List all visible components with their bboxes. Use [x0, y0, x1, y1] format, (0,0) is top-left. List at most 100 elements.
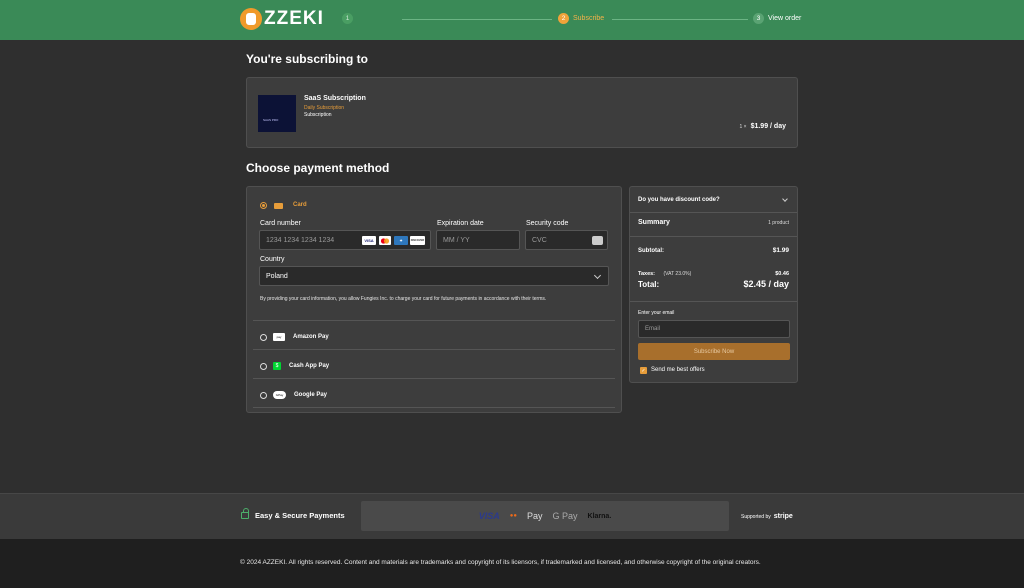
cash-app-pay-radio[interactable]: [260, 362, 267, 370]
summary-header: Summary 1 product: [638, 219, 789, 226]
logo-text: ZZEKI: [264, 8, 324, 29]
offers-label: Send me best offers: [651, 367, 705, 373]
cash-app-pay-option[interactable]: $ Cash App Pay: [260, 362, 329, 370]
divider: [630, 301, 797, 302]
thumbnail-text: SAAS PRO: [263, 118, 279, 122]
divider: [630, 236, 797, 237]
taxes-rate: (VAT 23.0%): [663, 271, 692, 277]
checkout-stepper: 1 2 Subscribe 3 View order: [342, 13, 804, 27]
secure-payments-text: Easy & Secure Payments: [255, 511, 345, 520]
google-pay-option[interactable]: GPay Google Pay: [260, 391, 327, 399]
order-summary: Do you have discount code? Summary 1 pro…: [629, 186, 798, 383]
klarna-logo-icon: Klarna.: [587, 512, 612, 520]
taxes-value: $0.46: [775, 271, 789, 277]
payment-heading: Choose payment method: [246, 161, 390, 175]
expiration-placeholder: MM / YY: [443, 236, 470, 244]
google-pay-logo-icon: G Pay: [552, 511, 578, 521]
taxes-row: Taxes: (VAT 23.0%) $0.46: [638, 262, 789, 280]
discount-toggle[interactable]: Do you have discount code?: [638, 197, 720, 203]
copyright-footer: © 2024 AZZEKI. All rights reserved. Cont…: [0, 539, 1024, 588]
product-period: Daily Subscription: [304, 105, 345, 111]
security-code-label: Security code: [526, 220, 569, 227]
email-placeholder: Email: [645, 326, 661, 332]
stripe-logo-icon: stripe: [773, 513, 793, 520]
amazon-pay-icon: pay: [273, 333, 285, 341]
offers-checkbox[interactable]: ✓: [640, 367, 647, 374]
divider: [253, 349, 615, 350]
subtotal-row: Subtotal: $1.99: [638, 247, 789, 254]
amex-icon: ✦: [394, 236, 408, 245]
payment-panel: Card Card number 1234 1234 1234 1234 VIS…: [246, 186, 622, 413]
discover-icon: DISCOVER: [410, 236, 425, 245]
step-subscribe[interactable]: 2 Subscribe: [558, 13, 604, 24]
card-option-label[interactable]: Card: [293, 202, 307, 208]
step-view-order[interactable]: 3 View order: [753, 13, 801, 24]
google-pay-label: Google Pay: [294, 392, 328, 398]
top-bar: ZZEKI 1 2 Subscribe 3 View order: [0, 0, 1024, 40]
step-label: View order: [768, 15, 802, 22]
expiration-label: Expiration date: [437, 220, 484, 227]
card-number-input[interactable]: 1234 1234 1234 1234 VISA ✦ DISCOVER: [259, 230, 431, 250]
supported-by: Supported by stripe: [741, 513, 793, 520]
security-code-input[interactable]: CVC: [525, 230, 608, 250]
cvc-card-icon: [592, 236, 603, 245]
subscription-card: SAAS PRO SaaS Subscription Daily Subscri…: [246, 77, 798, 148]
total-label: Total:: [638, 280, 660, 289]
expiration-input[interactable]: MM / YY: [436, 230, 520, 250]
taxes-label: Taxes:: [638, 271, 656, 277]
mastercard-logo-icon: ●●: [509, 513, 517, 519]
email-input[interactable]: Email: [638, 320, 790, 338]
lock-icon: [241, 508, 249, 519]
email-label: Enter your email: [638, 310, 675, 316]
product-thumbnail: SAAS PRO: [258, 95, 296, 132]
price-value: $1.99 / day: [750, 123, 786, 130]
payment-logos: VISA ●● Pay G Pay Klarna.: [361, 501, 729, 531]
visa-icon: VISA: [362, 236, 376, 245]
step-number: 3: [753, 13, 764, 24]
subtotal-value: $1.99: [772, 247, 789, 254]
visa-logo-icon: VISA: [478, 511, 500, 521]
supported-by-label: Supported by: [741, 514, 771, 520]
country-label: Country: [260, 256, 285, 263]
google-pay-radio[interactable]: [260, 391, 267, 399]
step-number: 1: [342, 13, 353, 24]
apple-pay-logo-icon: Pay: [527, 511, 543, 521]
subscribe-button[interactable]: Subscribe Now: [638, 343, 790, 360]
stepper-line: [612, 19, 748, 20]
credit-card-icon: [274, 203, 283, 209]
country-select[interactable]: Poland: [259, 266, 609, 286]
amazon-pay-radio[interactable]: [260, 333, 267, 341]
logo[interactable]: ZZEKI: [240, 8, 324, 30]
google-pay-icon: GPay: [273, 391, 286, 399]
divider: [253, 407, 615, 408]
security-code-placeholder: CVC: [532, 236, 547, 244]
total-value: $2.45 / day: [743, 279, 789, 289]
product-count: 1 product: [768, 220, 789, 226]
card-radio[interactable]: [260, 202, 267, 209]
copyright-text: © 2024 AZZEKI. All rights reserved. Cont…: [240, 559, 761, 566]
total-row: Total: $2.45 / day: [638, 279, 789, 289]
country-value: Poland: [266, 272, 288, 280]
logo-icon: [240, 8, 262, 30]
card-number-placeholder: 1234 1234 1234 1234: [266, 236, 335, 244]
mastercard-icon: [379, 236, 391, 245]
subscription-heading: You're subscribing to: [246, 52, 368, 66]
card-number-label: Card number: [260, 220, 301, 227]
amazon-pay-option[interactable]: pay Amazon Pay: [260, 333, 329, 341]
cash-app-pay-label: Cash App Pay: [289, 363, 330, 369]
amazon-pay-label: Amazon Pay: [293, 334, 329, 340]
subtotal-label: Subtotal:: [638, 248, 664, 254]
chevron-down-icon: [593, 271, 602, 280]
divider: [253, 378, 615, 379]
step-label: Subscribe: [573, 15, 605, 22]
product-title: SaaS Subscription: [304, 95, 366, 102]
chevron-down-icon[interactable]: [782, 196, 788, 202]
product-price: 1 × $1.99 / day: [739, 123, 786, 130]
product-quantity: 1 ×: [739, 124, 747, 130]
step-1[interactable]: 1: [342, 13, 357, 24]
card-terms: By providing your card information, you …: [260, 296, 547, 302]
divider: [630, 212, 797, 213]
cash-app-icon: $: [273, 362, 281, 370]
secure-payments-band: Easy & Secure Payments VISA ●● Pay G Pay…: [0, 493, 1024, 539]
product-type: Subscription: [304, 112, 332, 118]
